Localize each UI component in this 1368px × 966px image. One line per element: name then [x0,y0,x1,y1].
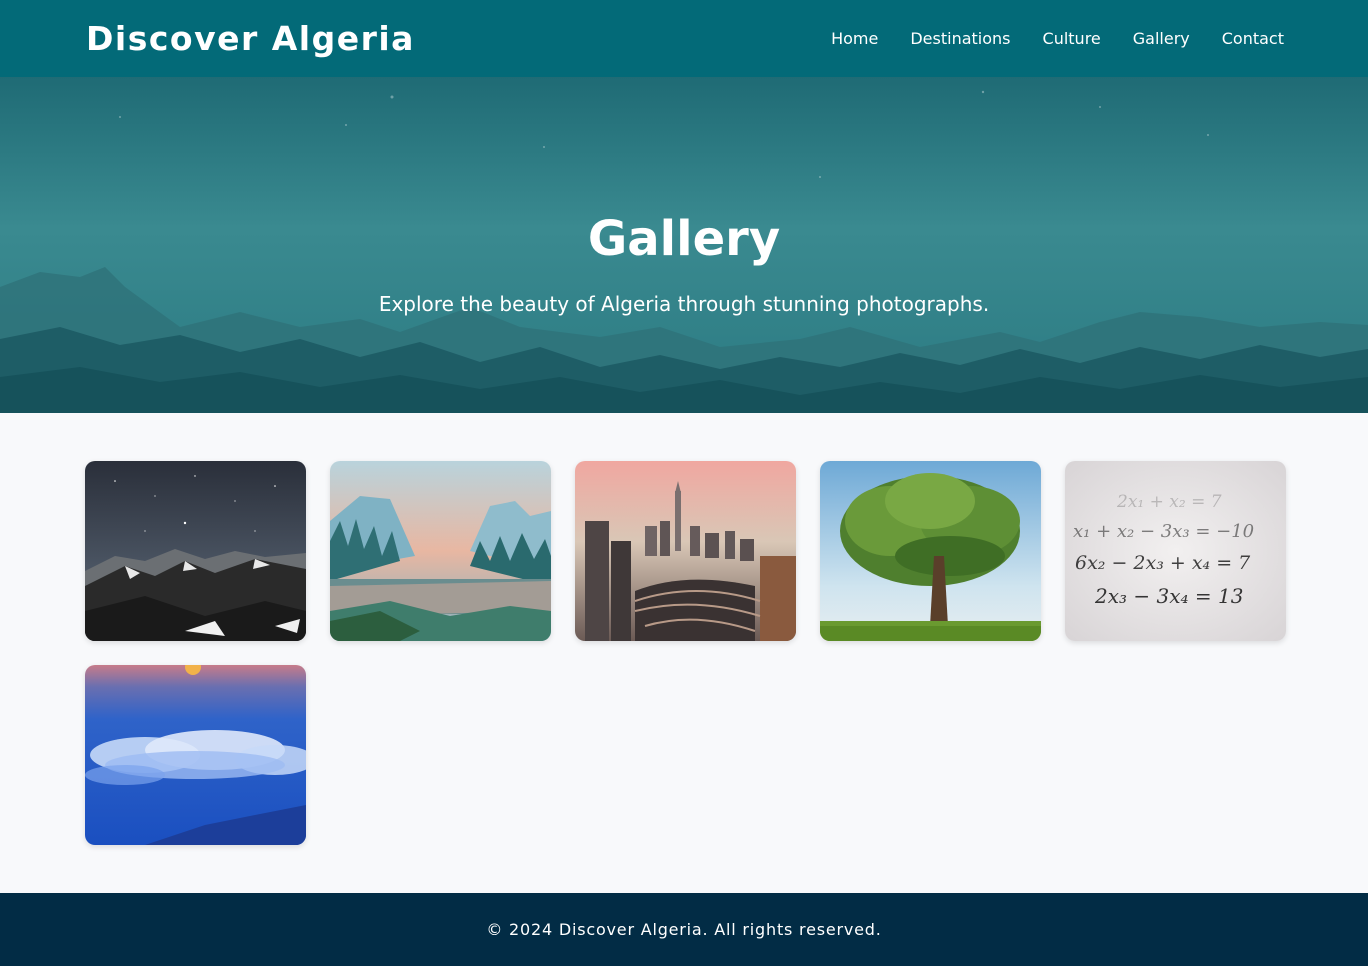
nav-gallery[interactable]: Gallery [1133,29,1190,48]
equation-line-4: 2x₃ − 3x₄ = 13 [1094,584,1243,608]
starry-mountains-image [85,461,306,641]
photo-gallery: 2x₁ + x₂ = 7 x₁ + x₂ − 3x₃ = −10 6x₂ − 2… [85,461,1286,845]
nav-destinations[interactable]: Destinations [910,29,1010,48]
valley-river-image [330,461,551,641]
gallery-photo-clouds[interactable] [85,665,306,845]
equation-line-3: 6x₂ − 2x₃ + x₄ = 7 [1075,552,1251,574]
gallery-photo-starry-mountains[interactable] [85,461,306,641]
gallery-photo-valley-river[interactable] [330,461,551,641]
hero-title: Gallery [587,211,781,267]
lone-tree-image [820,461,1041,641]
gallery-photo-lone-tree[interactable] [820,461,1041,641]
city-skyline-image [575,461,796,641]
hero-subtitle: Explore the beauty of Algeria through st… [378,292,990,316]
hero-banner: Gallery Explore the beauty of Algeria th… [0,77,1368,413]
nav-contact[interactable]: Contact [1222,29,1284,48]
nav-culture[interactable]: Culture [1043,29,1101,48]
math-equations-image: 2x₁ + x₂ = 7 x₁ + x₂ − 3x₃ = −10 6x₂ − 2… [1065,461,1286,641]
equation-line-1: 2x₁ + x₂ = 7 [1116,492,1222,512]
site-header: Discover Algeria Home Destinations Cultu… [0,0,1368,77]
footer-copyright: © 2024 Discover Algeria. All rights rese… [486,920,882,939]
clouds-image [85,665,306,845]
site-footer: © 2024 Discover Algeria. All rights rese… [0,893,1368,966]
nav-home[interactable]: Home [831,29,878,48]
main-nav: Home Destinations Culture Gallery Contac… [831,29,1284,48]
equation-line-2: x₁ + x₂ − 3x₃ = −10 [1073,521,1254,542]
gallery-photo-math-equations[interactable]: 2x₁ + x₂ = 7 x₁ + x₂ − 3x₃ = −10 6x₂ − 2… [1065,461,1286,641]
gallery-photo-city-skyline[interactable] [575,461,796,641]
brand-logo[interactable]: Discover Algeria [86,19,415,58]
